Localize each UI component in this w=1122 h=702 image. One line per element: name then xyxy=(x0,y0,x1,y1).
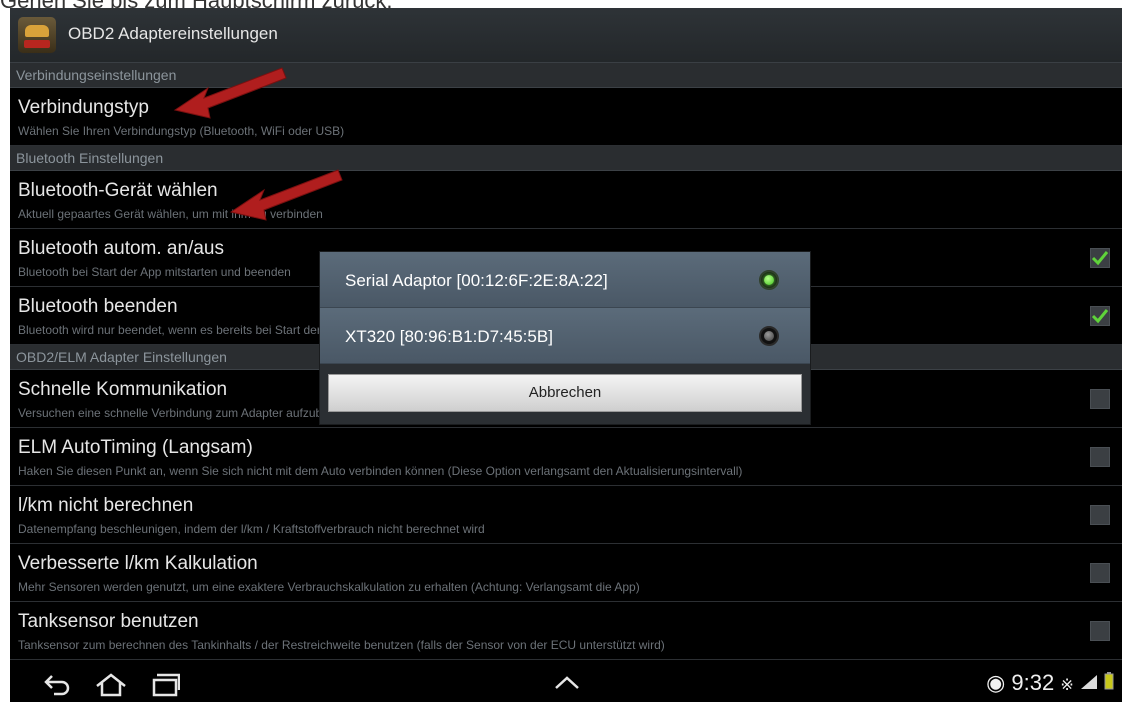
status-area[interactable]: ◉ 9:32 ※ xyxy=(986,670,1114,696)
radio-unselected[interactable] xyxy=(759,326,779,346)
pref-tank-sensor[interactable]: Tanksensor benutzen Tanksensor zum berec… xyxy=(10,602,1122,660)
device-option[interactable]: Serial Adaptor [00:12:6F:2E:8A:22] xyxy=(320,252,810,308)
action-bar: OBD2 Adaptereinstellungen xyxy=(10,8,1122,63)
device-option-label: XT320 [80:96:B1:D7:45:5B] xyxy=(345,327,553,346)
android-screen: OBD2 Adaptereinstellungen Verbindungsein… xyxy=(10,8,1122,702)
checkbox-unchecked[interactable] xyxy=(1090,447,1110,467)
pref-title: Bluetooth beenden xyxy=(18,296,178,317)
app-logo-tag xyxy=(24,40,50,48)
check-icon xyxy=(1091,251,1109,266)
app-logo-icon[interactable] xyxy=(18,17,56,53)
pref-title: Bluetooth-Gerät wählen xyxy=(18,180,218,201)
pref-summary: Haken Sie diesen Punkt an, wenn Sie sich… xyxy=(18,464,743,478)
checkbox-unchecked[interactable] xyxy=(1090,621,1110,641)
bluetooth-icon: ※ xyxy=(1060,677,1074,694)
checkbox-unchecked[interactable] xyxy=(1090,563,1110,583)
pref-no-lkm[interactable]: l/km nicht berechnen Datenempfang beschl… xyxy=(10,486,1122,544)
cancel-button[interactable]: Abbrechen xyxy=(328,374,802,412)
pref-summary: Tanksensor zum berechnen des Tankinhalts… xyxy=(18,638,665,652)
app-title: OBD2 Adaptereinstellungen xyxy=(68,24,278,43)
recent-apps-icon[interactable] xyxy=(150,672,180,698)
pref-bluetooth-device[interactable]: Bluetooth-Gerät wählen Aktuell gepaartes… xyxy=(10,171,1122,229)
pref-better-lkm[interactable]: Verbesserte l/km Kalkulation Mehr Sensor… xyxy=(10,544,1122,602)
battery-icon xyxy=(1104,672,1114,690)
back-icon[interactable] xyxy=(42,672,72,696)
check-icon xyxy=(1091,309,1109,324)
pref-title: l/km nicht berechnen xyxy=(18,495,194,516)
signal-icon xyxy=(1080,675,1097,689)
pref-summary: Bluetooth bei Start der App mitstarten u… xyxy=(18,265,291,279)
checkbox-checked[interactable] xyxy=(1090,248,1110,268)
system-nav-bar: ◉ 9:32 ※ xyxy=(10,666,1122,702)
pref-elm-autotiming[interactable]: ELM AutoTiming (Langsam) Haken Sie diese… xyxy=(10,428,1122,486)
checkbox-unchecked[interactable] xyxy=(1090,389,1110,409)
radio-selected[interactable] xyxy=(759,270,779,290)
pref-title: Verbesserte l/km Kalkulation xyxy=(18,553,258,574)
adapter-status-icon: ◉ xyxy=(986,670,1006,695)
pref-title: Schnelle Kommunikation xyxy=(18,379,228,400)
device-option-label: Serial Adaptor [00:12:6F:2E:8A:22] xyxy=(345,271,608,290)
home-icon[interactable] xyxy=(94,672,128,698)
pref-title: Tanksensor benutzen xyxy=(18,611,199,632)
checkbox-checked[interactable] xyxy=(1090,306,1110,326)
section-header-bluetooth: Bluetooth Einstellungen xyxy=(10,146,1122,171)
annotation-arrow-icon xyxy=(229,169,343,221)
pref-title: Verbindungstyp xyxy=(18,97,149,118)
car-icon xyxy=(25,25,49,37)
pref-title: ELM AutoTiming (Langsam) xyxy=(18,437,253,458)
device-option[interactable]: XT320 [80:96:B1:D7:45:5B] xyxy=(320,308,810,364)
chevron-up-icon[interactable] xyxy=(552,672,582,692)
device-picker-dialog: Serial Adaptor [00:12:6F:2E:8A:22] XT320… xyxy=(320,252,810,424)
clock: 9:32 xyxy=(1011,670,1055,695)
pref-summary: Mehr Sensoren werden genutzt, um eine ex… xyxy=(18,580,640,594)
pref-summary: Datenempfang beschleunigen, indem der l/… xyxy=(18,522,485,536)
checkbox-unchecked[interactable] xyxy=(1090,505,1110,525)
annotation-arrow-icon xyxy=(173,67,287,119)
pref-title: Bluetooth autom. an/aus xyxy=(18,238,224,259)
